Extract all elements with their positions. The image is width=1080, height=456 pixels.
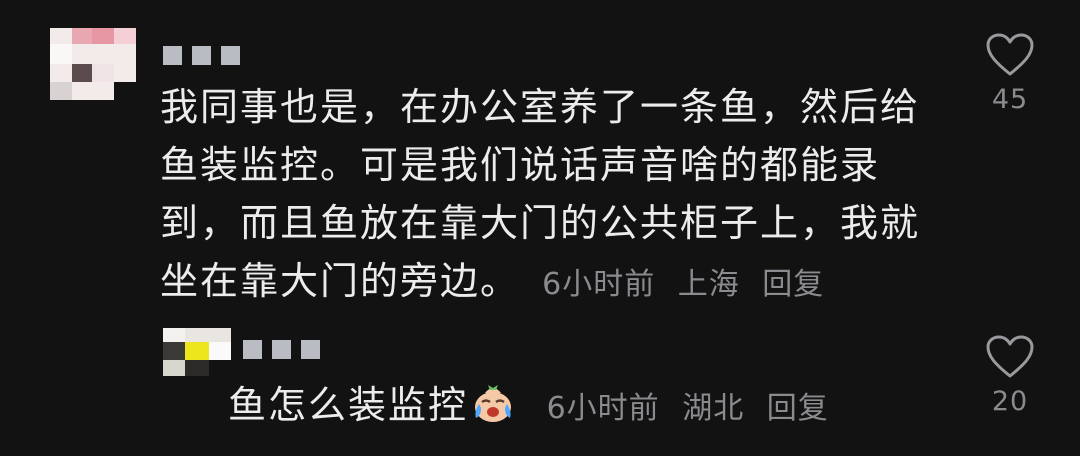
username-masked[interactable] <box>163 46 240 65</box>
heart-outline-icon <box>986 335 1034 378</box>
heart-outline-icon <box>986 33 1034 76</box>
comment-line: 鱼怎么装监控 <box>228 383 469 427</box>
username-masked[interactable] <box>243 340 320 359</box>
comment-time: 6小时前 <box>546 391 660 426</box>
reply-button[interactable]: 回复 <box>767 391 829 426</box>
like-count: 20 <box>991 386 1029 417</box>
comment-time: 6小时前 <box>542 267 656 302</box>
comment-location: 上海 <box>677 267 740 302</box>
comment-item: 鱼怎么装监控 6小时前 湖北 回复 20 <box>0 310 1080 456</box>
comment-line: 坐在靠大门的旁边。 <box>160 259 521 303</box>
comment-meta: 6小时前 上海 回复 <box>542 267 836 302</box>
comment-text[interactable]: 我同事也是，在办公室养了一条鱼，然后给 鱼装监控。可是我们说话声音啥的都能录 到… <box>160 78 950 314</box>
comment-line: 到，而且鱼放在靠大门的公共柜子上，我就 <box>160 201 921 245</box>
comment-item: 我同事也是，在办公室养了一条鱼，然后给 鱼装监控。可是我们说话声音啥的都能录 到… <box>0 0 1080 310</box>
comment-line: 鱼装监控。可是我们说话声音啥的都能录 <box>160 143 881 187</box>
like-button[interactable]: 20 <box>975 334 1045 417</box>
reply-button[interactable]: 回复 <box>762 267 824 302</box>
avatar[interactable] <box>50 28 136 100</box>
comment-meta: 6小时前 湖北 回复 <box>536 391 841 426</box>
crying-face-emoji <box>470 382 516 440</box>
comment-location: 湖北 <box>682 391 745 426</box>
comment-text[interactable]: 鱼怎么装监控 6小时前 湖北 回复 <box>228 376 948 440</box>
like-button[interactable]: 45 <box>975 32 1045 115</box>
comment-line: 我同事也是，在办公室养了一条鱼，然后给 <box>160 85 921 129</box>
avatar[interactable] <box>163 328 231 390</box>
like-count: 45 <box>991 84 1029 115</box>
